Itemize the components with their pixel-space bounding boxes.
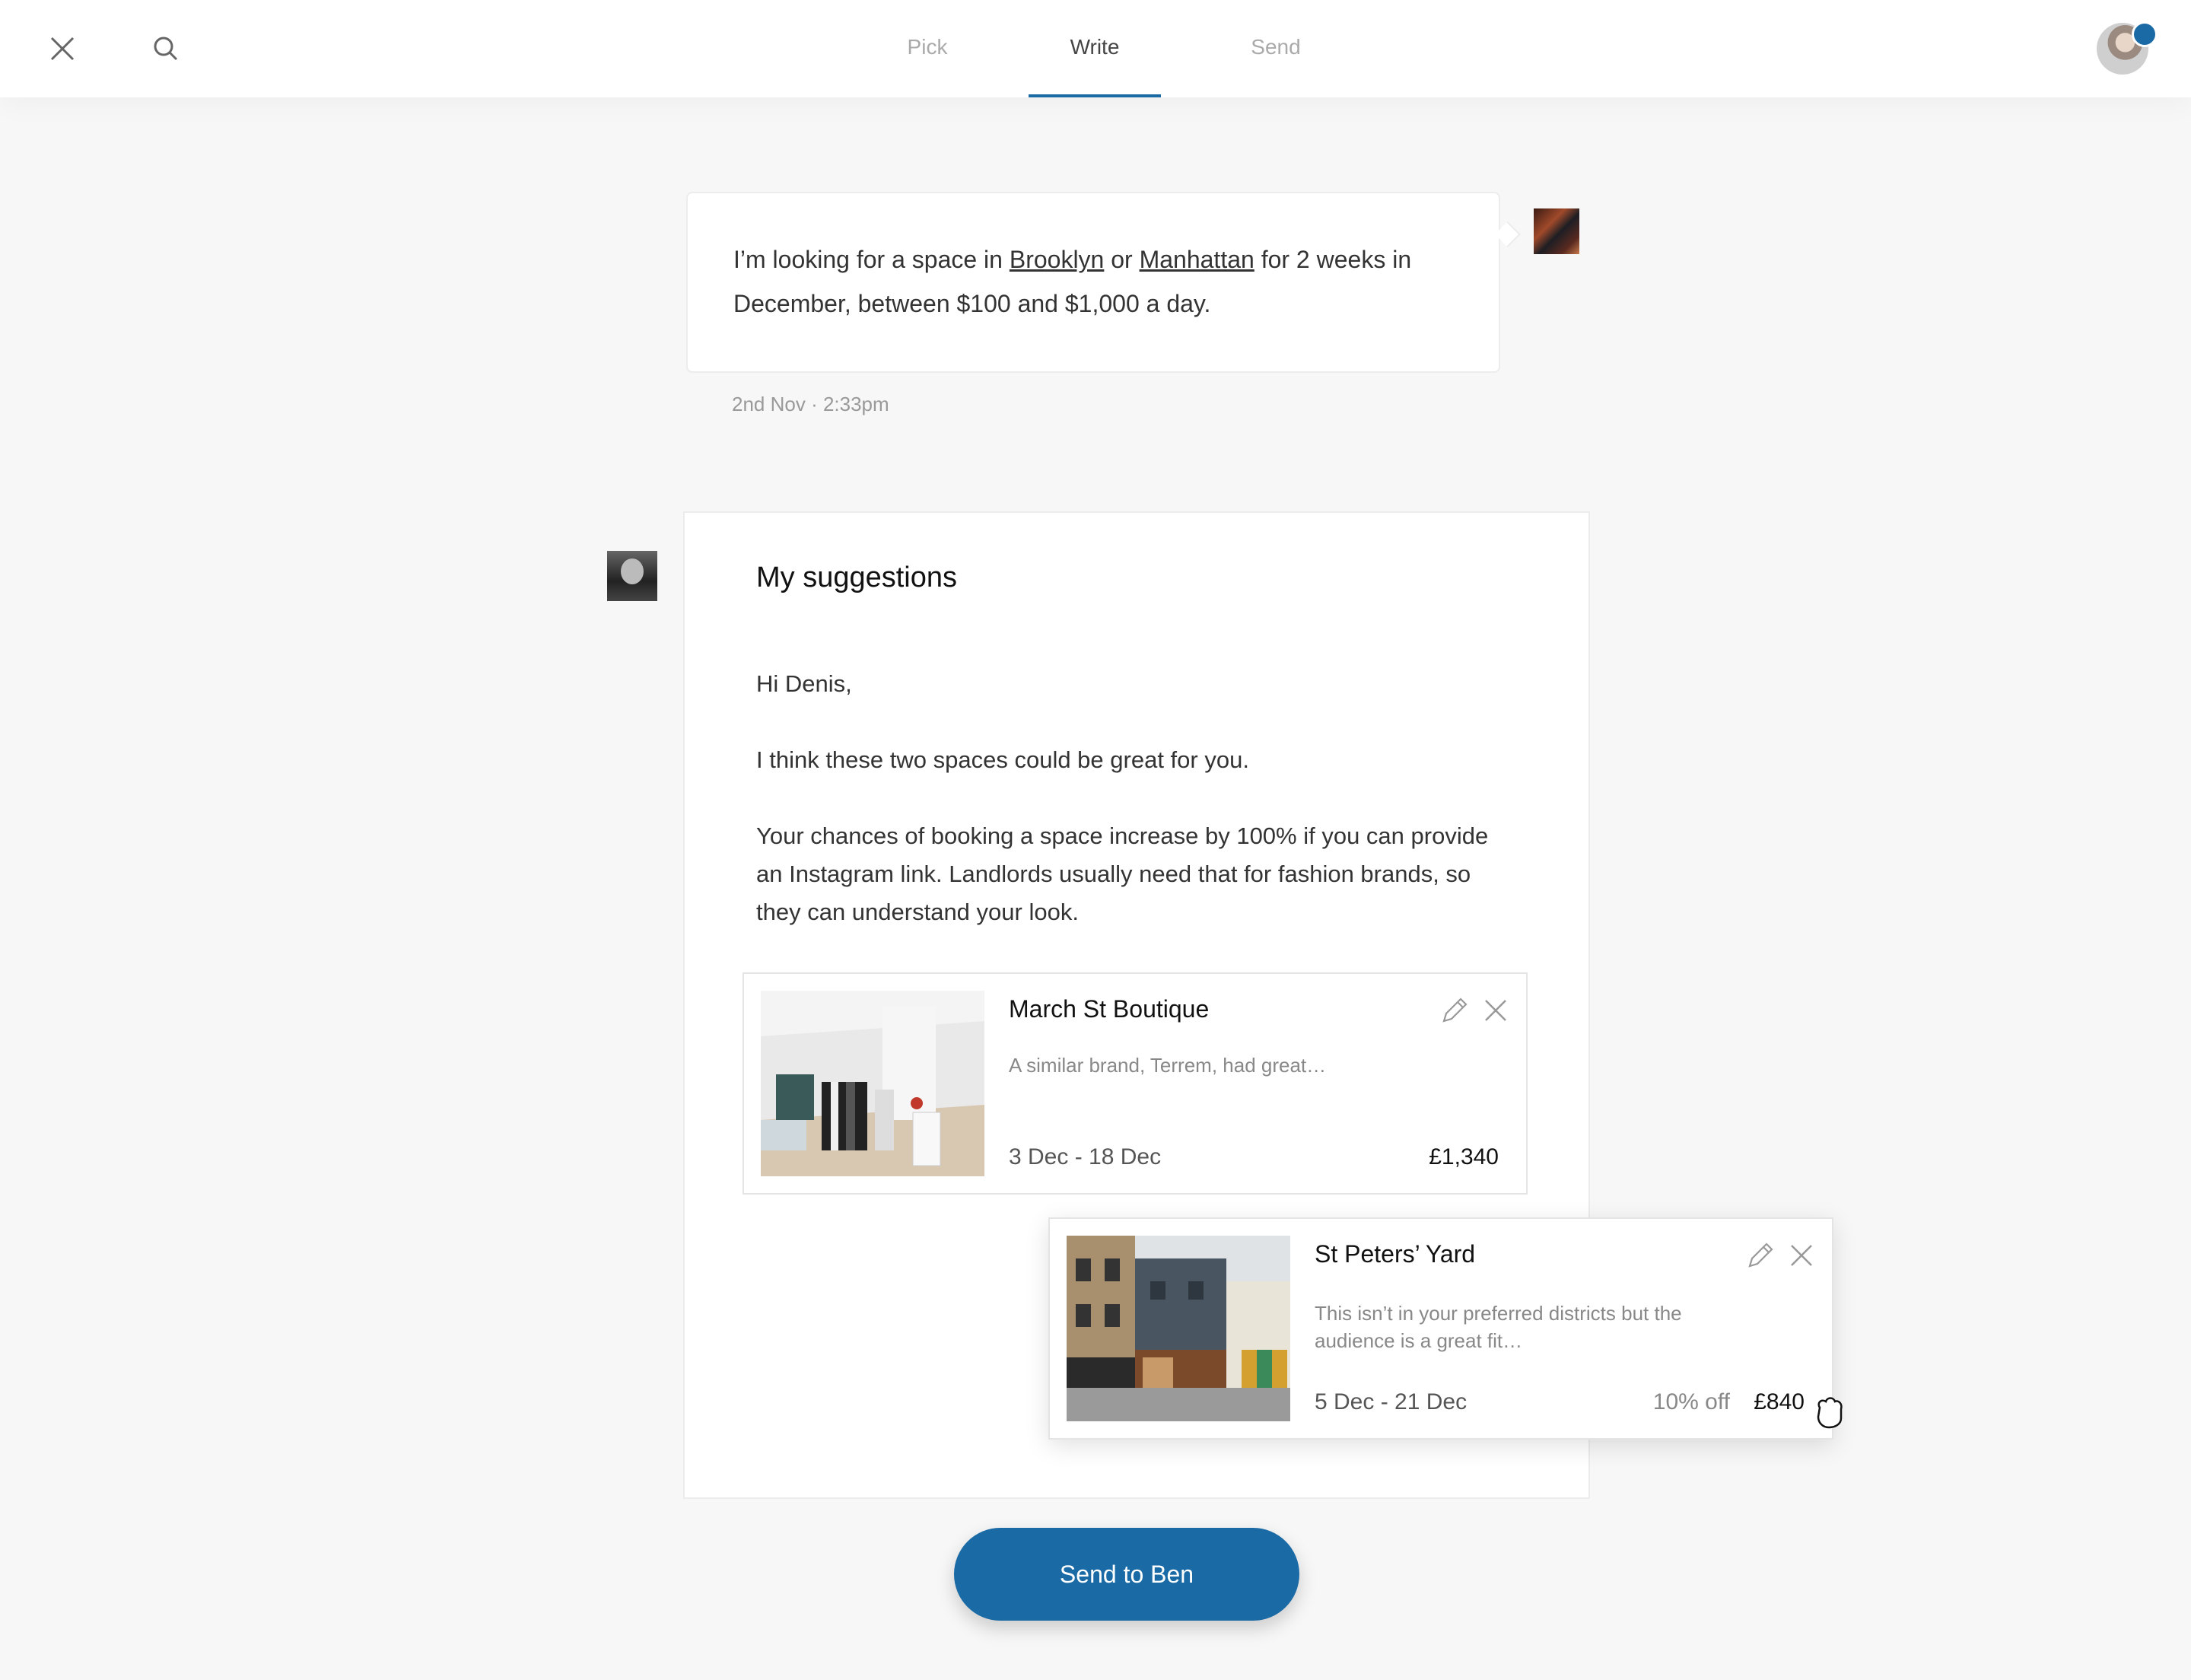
tab-pick[interactable]: Pick (892, 0, 963, 97)
top-bar: Pick Write Send (0, 0, 2191, 97)
message-timestamp: 2nd Nov · 2:33pm (732, 393, 889, 415)
space-name: St Peters’ Yard (1315, 1240, 1476, 1268)
request-text-mid: or (1104, 246, 1140, 273)
space-name: March St Boutique (1009, 995, 1210, 1023)
manhattan-link[interactable]: Manhattan (1140, 246, 1254, 273)
space-price: £1,340 (1429, 1144, 1499, 1169)
request-message: I’m looking for a space in Brooklyn or M… (686, 192, 1500, 373)
tab-write[interactable]: Write (1029, 0, 1161, 97)
agent-avatar (607, 551, 657, 601)
space-description: This isn’t in your preferred districts b… (1315, 1302, 1682, 1352)
pencil-icon[interactable] (1745, 1240, 1776, 1271)
panel-title: My suggestions (756, 562, 958, 593)
space-dates: 5 Dec - 21 Dec (1315, 1389, 1468, 1414)
suggestion-card[interactable]: St Peters’ Yard This isn’t in your prefe… (1048, 1217, 1833, 1440)
pencil-icon[interactable] (1439, 995, 1470, 1026)
close-icon[interactable] (1480, 995, 1511, 1026)
note-text[interactable]: Your chances of booking a space increase… (756, 817, 1517, 931)
notification-dot (2132, 21, 2158, 47)
step-tabs: Pick Write Send (0, 0, 2191, 97)
intro-text[interactable]: I think these two spaces could be great … (756, 741, 1532, 779)
space-discount: 10% off (1652, 1389, 1730, 1414)
tab-send[interactable]: Send (1240, 0, 1312, 97)
greeting-text[interactable]: Hi Denis, (756, 665, 1532, 703)
sender-avatar (1534, 208, 1579, 254)
suggestion-card[interactable]: March St Boutique A similar brand, Terre… (743, 972, 1528, 1195)
request-text-before: I’m looking for a space in (733, 246, 1010, 273)
space-description: A similar brand, Terrem, had great… (1009, 1054, 1327, 1077)
send-button[interactable]: Send to Ben (954, 1528, 1299, 1621)
space-photo (761, 991, 984, 1176)
close-icon[interactable] (1786, 1240, 1817, 1271)
space-price: £840 (1754, 1389, 1805, 1414)
space-dates: 3 Dec - 18 Dec (1009, 1144, 1162, 1169)
brooklyn-link[interactable]: Brooklyn (1010, 246, 1105, 273)
space-photo (1067, 1236, 1290, 1421)
grab-cursor-icon (1812, 1392, 1847, 1429)
